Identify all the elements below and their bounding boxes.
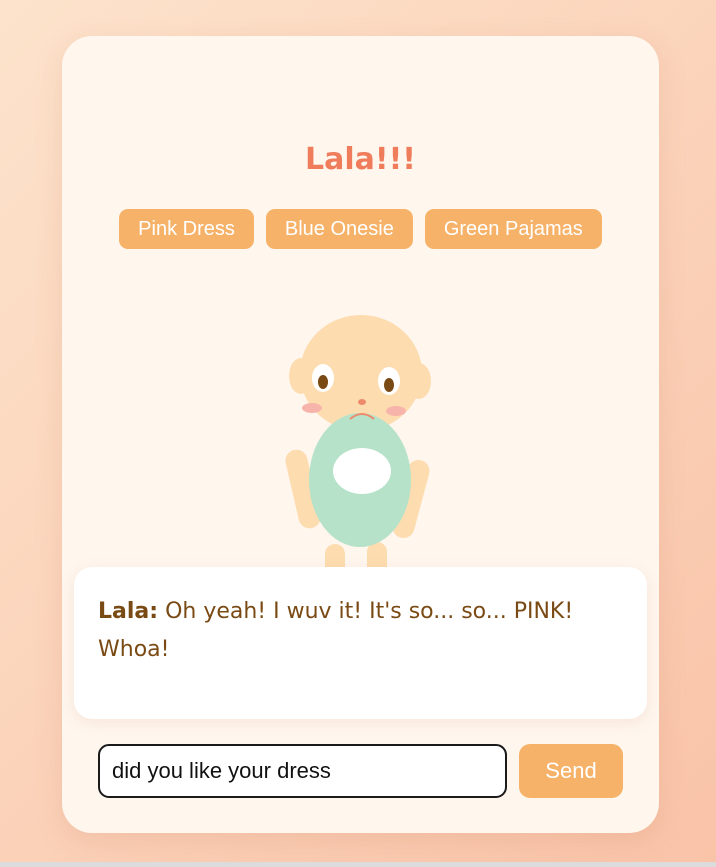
green-pajamas-button[interactable]: Green Pajamas — [424, 209, 602, 249]
page-title: Lala!!! — [305, 142, 416, 177]
chat-card: Lala!!! Pink Dress Blue Onesie Green Paj… — [62, 36, 659, 833]
speech-message: Oh yeah! I wuv it! It's so... so... PINK… — [98, 599, 574, 662]
baby-character-icon — [282, 281, 442, 601]
blue-onesie-button[interactable]: Blue Onesie — [265, 209, 413, 249]
pink-dress-button[interactable]: Pink Dress — [119, 209, 254, 249]
message-input[interactable] — [98, 744, 507, 798]
send-button[interactable]: Send — [519, 744, 623, 798]
composer: Send — [98, 744, 623, 798]
baby-illustration — [285, 315, 431, 594]
window-bottom-border — [0, 862, 716, 867]
outfit-selector: Pink Dress Blue Onesie Green Pajamas — [62, 209, 659, 249]
speech-bubble: Lala: Oh yeah! I wuv it! It's so... so..… — [74, 567, 647, 719]
speaker-name: Lala: — [98, 599, 159, 624]
